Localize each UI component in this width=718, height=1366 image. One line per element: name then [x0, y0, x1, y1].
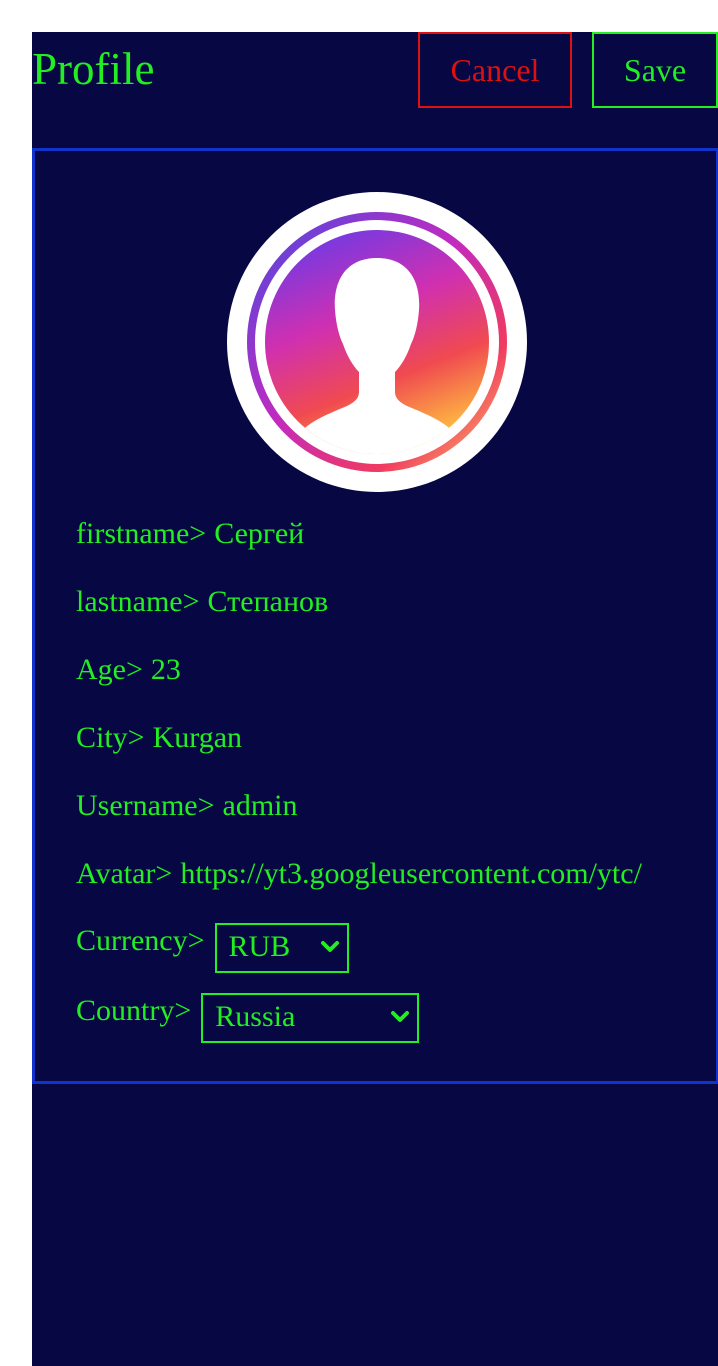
field-username: Username> admin: [76, 780, 676, 848]
field-label: lastname>: [76, 585, 200, 618]
field-lastname: lastname> Степанов: [76, 576, 676, 644]
field-currency: Currency> RUB: [76, 916, 676, 986]
profile-screen: Profile Cancel Save firstname> Сергей la…: [32, 32, 718, 1366]
field-label: Country>: [76, 994, 192, 1027]
cancel-button[interactable]: Cancel: [418, 32, 572, 108]
field-label: Age>: [76, 653, 143, 686]
field-value: Kurgan: [152, 721, 243, 754]
field-label: Avatar>: [76, 857, 173, 890]
chevron-down-icon: [320, 941, 339, 952]
avatar: [227, 192, 527, 492]
chevron-down-icon: [391, 1011, 410, 1022]
profile-card: firstname> Сергей lastname> Степанов Age…: [32, 148, 718, 1084]
field-label: Username>: [76, 789, 215, 822]
field-city: City> Kurgan: [76, 712, 676, 780]
field-label: firstname>: [76, 517, 207, 550]
currency-select[interactable]: RUB: [214, 923, 349, 973]
field-value: Сергей: [214, 517, 305, 550]
field-value: Степанов: [207, 585, 329, 618]
field-age: Age> 23: [76, 644, 676, 712]
profile-fields: firstname> Сергей lastname> Степанов Age…: [76, 508, 676, 1056]
field-label: City>: [76, 721, 145, 754]
page-title: Profile: [32, 44, 155, 94]
field-value: admin: [222, 789, 298, 822]
country-selected-value: Russia: [215, 1000, 296, 1033]
field-value: 23: [150, 653, 181, 686]
country-select[interactable]: Russia: [201, 993, 420, 1043]
user-silhouette-icon: [227, 192, 527, 492]
currency-selected-value: RUB: [228, 930, 291, 963]
field-label: Currency>: [76, 924, 205, 957]
field-value: https://yt3.googleusercontent.com/ytc/: [180, 857, 642, 890]
field-country: Country> Russia: [76, 986, 676, 1056]
field-firstname: firstname> Сергей: [76, 508, 676, 576]
field-avatar-url: Avatar> https://yt3.googleusercontent.co…: [76, 848, 676, 916]
save-button[interactable]: Save: [592, 32, 718, 108]
